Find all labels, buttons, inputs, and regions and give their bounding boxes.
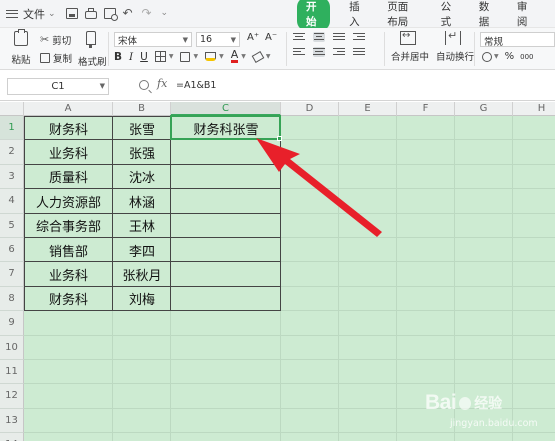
chevron-down-icon[interactable]: ▼: [219, 53, 224, 60]
tab-insert[interactable]: 插入: [349, 0, 364, 29]
paste-button[interactable]: 粘贴: [8, 29, 34, 67]
format-painter-icon: [86, 31, 96, 48]
italic-button[interactable]: I: [129, 51, 133, 63]
indent-icon[interactable]: [353, 32, 365, 42]
merge-cells-icon: [400, 30, 416, 45]
copy-label: 复制: [53, 54, 73, 65]
bold-button[interactable]: B: [114, 51, 122, 63]
alignment-group: [293, 32, 367, 57]
toolbar-divider: [474, 32, 475, 66]
ribbon-toolbar: 粘贴 ✂ 剪切 复制 格式刷 宋体 ▼ 16 ▼ A⁺ A⁻ B I U ▼ ▼…: [0, 28, 555, 70]
decrease-font-button[interactable]: A⁻: [265, 32, 277, 43]
print-icon[interactable]: [84, 7, 97, 19]
merge-center-label: 合并居中: [391, 52, 430, 63]
watermark-brand: Bai: [425, 391, 457, 414]
align-middle-icon[interactable]: [313, 32, 325, 42]
thousands-separator-button[interactable]: 000: [520, 53, 533, 60]
print-preview-icon[interactable]: [103, 8, 118, 21]
font-color-icon[interactable]: A: [230, 49, 239, 63]
ribbon-tabs: 开始 插入 页面布局 公式 数据 审阅: [297, 0, 555, 31]
font-size-value: 16: [200, 34, 213, 45]
undo-icon[interactable]: ↶: [123, 7, 135, 19]
wrap-text-label: 自动换行: [436, 52, 475, 63]
number-format-value: 常规: [484, 37, 504, 48]
chevron-down-icon[interactable]: ▼: [241, 53, 246, 60]
chevron-down-icon: ▼: [230, 35, 236, 44]
file-menu[interactable]: 文件 ⌄: [0, 6, 56, 22]
toolbar-divider: [286, 32, 287, 66]
font-size-select[interactable]: 16 ▼: [196, 32, 240, 47]
name-box[interactable]: C1 ▼: [7, 78, 109, 95]
cut-label: 剪切: [52, 36, 72, 47]
clipboard-icon: [14, 29, 28, 46]
tab-review[interactable]: 审阅: [517, 0, 532, 29]
format-painter-label: 格式刷: [78, 57, 107, 68]
quick-access-toolbar: ↶ ↷ ⌄: [65, 7, 173, 21]
redo-icon[interactable]: ↷: [142, 7, 154, 19]
align-bottom-icon[interactable]: [333, 32, 345, 42]
menu-bar: 文件 ⌄ ↶ ↷ ⌄ 开始 插入 页面布局 公式 数据 审阅: [0, 0, 555, 31]
increase-font-button[interactable]: A⁺: [247, 32, 259, 43]
percent-button[interactable]: %: [505, 51, 515, 62]
eraser-icon[interactable]: [251, 50, 265, 63]
cell-style-icon[interactable]: [180, 51, 191, 62]
distributed-align-icon[interactable]: [353, 47, 365, 57]
align-center-icon[interactable]: [313, 47, 325, 57]
formula-input[interactable]: =A1&B1: [174, 78, 555, 95]
formula-bar: C1 ▼ fx =A1&B1: [0, 71, 555, 101]
font-name-value: 宋体: [118, 35, 138, 47]
chevron-down-icon[interactable]: ▼: [266, 53, 271, 60]
paw-icon: [459, 396, 472, 410]
watermark-suffix: 经验: [474, 396, 503, 412]
chevron-down-icon: ▼: [182, 35, 188, 44]
align-top-icon[interactable]: [293, 32, 305, 42]
currency-icon[interactable]: [482, 51, 492, 62]
tab-page-layout[interactable]: 页面布局: [387, 0, 417, 29]
paste-label: 粘贴: [11, 55, 31, 66]
customize-chevron-icon[interactable]: ⌄: [161, 8, 173, 19]
chevron-down-icon[interactable]: ▼: [193, 53, 198, 60]
zoom-icon[interactable]: [139, 80, 149, 90]
chevron-down-icon: ⌄: [48, 8, 56, 19]
tab-data[interactable]: 数据: [479, 0, 494, 29]
toolbar-divider: [108, 32, 109, 66]
cut-button[interactable]: ✂ 剪切: [40, 33, 71, 47]
red-arrow-icon: [256, 138, 382, 237]
tab-home[interactable]: 开始: [297, 0, 331, 31]
tab-formulas[interactable]: 公式: [441, 0, 456, 29]
file-menu-label: 文件: [23, 7, 45, 21]
number-format-select[interactable]: 常规: [480, 32, 555, 48]
fill-color-icon[interactable]: [205, 52, 217, 61]
cell-reference: C1: [51, 81, 65, 92]
save-icon[interactable]: [65, 8, 78, 19]
baidu-watermark: Bai 经验: [425, 391, 502, 415]
align-left-icon[interactable]: [293, 47, 305, 57]
insert-function-button[interactable]: fx: [157, 77, 167, 90]
align-right-icon[interactable]: [333, 47, 345, 57]
toolbar-divider: [384, 32, 385, 66]
hamburger-icon: [6, 9, 18, 18]
wrap-text-button[interactable]: 自动换行: [436, 29, 475, 63]
chevron-down-icon[interactable]: ▼: [494, 53, 499, 60]
scissors-icon: ✂: [40, 33, 50, 46]
watermark-url: jingyan.baidu.com: [450, 418, 538, 429]
underline-button[interactable]: U: [140, 51, 148, 63]
font-name-select[interactable]: 宋体 ▼: [114, 32, 192, 47]
format-painter-button[interactable]: 格式刷: [78, 31, 107, 68]
border-icon[interactable]: [154, 51, 166, 62]
copy-icon: [40, 53, 50, 63]
copy-button[interactable]: 复制: [40, 51, 72, 65]
wrap-text-icon: [445, 29, 461, 45]
chevron-down-icon[interactable]: ▼: [169, 53, 174, 60]
merge-center-button[interactable]: 合并居中: [391, 30, 430, 63]
format-row: B I U ▼ ▼ ▼ A ▼ ▼: [114, 49, 271, 63]
number-format-row: ▼ % 000: [482, 51, 534, 62]
chevron-down-icon[interactable]: ▼: [100, 79, 105, 94]
